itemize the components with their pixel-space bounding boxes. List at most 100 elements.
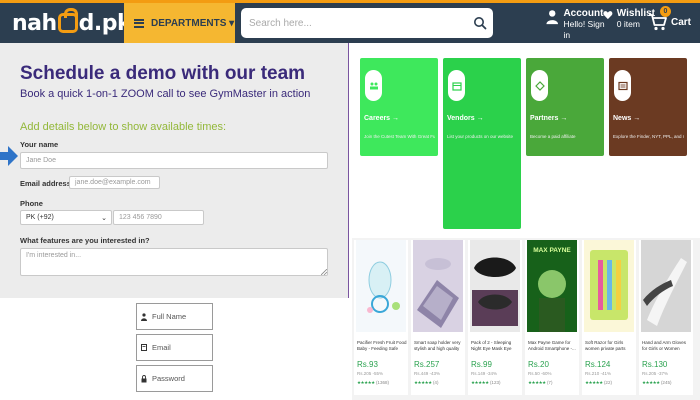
hamburger-icon <box>134 18 144 28</box>
chevron-down-icon: ⌄ <box>101 214 107 222</box>
resize-handle-icon[interactable] <box>321 269 327 275</box>
partners-icon <box>531 70 548 101</box>
password-field[interactable]: Password <box>136 365 213 392</box>
product-banner-text: MAX PAYNE <box>533 247 571 254</box>
pointer-arrow-icon <box>0 146 18 166</box>
features-label: What features are you interested in? <box>20 236 150 245</box>
product-price: Rs.130 <box>642 360 668 369</box>
email-field[interactable]: jane.doe@example.com <box>69 176 160 189</box>
product-card[interactable]: MAX PAYNE Max Payne Game for Android Sma… <box>525 240 579 395</box>
news-icon <box>614 70 631 101</box>
account-title: Account <box>563 8 604 19</box>
email-login-field[interactable]: Email <box>136 334 213 361</box>
star-icon: ★★★★★ <box>642 380 660 385</box>
tile-careers[interactable]: Careers → Join the Cutest Team With Grea… <box>360 58 438 156</box>
tile-news-desc: Explore the Finder, NYT, PPL, and more <box>613 134 684 139</box>
logo-text-left: nah <box>12 10 57 36</box>
rating-count: (1368) <box>375 380 389 385</box>
user-icon <box>141 312 147 321</box>
rating-count: (123) <box>489 380 501 385</box>
product-rating: ★★★★★ (123) <box>471 380 500 386</box>
email-icon <box>141 344 147 351</box>
product-price: Rs.20 <box>528 360 549 369</box>
tile-careers-title: Careers → <box>364 115 400 122</box>
wishlist-subtitle: 0 item <box>616 19 640 29</box>
tile-careers-desc: Join the Cutest Team With Great Future <box>364 134 435 139</box>
product-rating: ★★★★★ (245) <box>642 380 671 386</box>
careers-icon <box>365 70 382 101</box>
star-icon: ★★★★★ <box>414 380 432 385</box>
product-name: Hand and Arm Gloves for Girls or Women (… <box>642 340 687 351</box>
product-price: Rs.257 <box>414 360 440 369</box>
product-old-price: Rs.149 -34% <box>471 371 498 376</box>
product-image-arm-gloves <box>641 240 691 332</box>
cart-count-badge: 0 <box>660 6 671 17</box>
demo-title: Schedule a demo with our team <box>20 63 306 84</box>
product-old-price: Rs.449 -43% <box>414 371 441 376</box>
heart-icon <box>603 11 613 20</box>
star-icon: ★★★★★ <box>528 380 546 385</box>
product-name: Soft Razor for Girls women private parts… <box>585 340 626 351</box>
tile-news[interactable]: News → Explore the Finder, NYT, PPL, and… <box>609 58 687 156</box>
signup-form: Full Name Email Password <box>0 298 349 400</box>
product-card[interactable]: Hand and Arm Gloves for Girls or Women (… <box>639 240 693 395</box>
product-rating: ★★★★★ (22) <box>585 380 612 386</box>
rating-count: (22) <box>603 380 612 385</box>
cart-label: Cart <box>671 16 692 28</box>
phone-field[interactable]: 123 456 7890 <box>113 210 204 225</box>
product-name: Max Payne Game for Android Smartphone -.… <box>528 340 576 351</box>
product-card[interactable]: Smart soap holder very stylish and high … <box>411 240 465 395</box>
add-details-text: Add details below to show available time… <box>20 121 227 133</box>
search-bar <box>241 8 493 38</box>
product-card[interactable]: Soft Razor for Girls women private parts… <box>582 240 636 395</box>
country-code-value: PK (+92) <box>26 214 54 221</box>
password-placeholder: Password <box>152 374 185 383</box>
rating-count: (245) <box>660 380 672 385</box>
departments-label: DEPARTMENTS ▾ <box>151 17 235 29</box>
site-logo[interactable]: nah d.pk <box>12 8 132 37</box>
product-old-price: Rs.205 -55% <box>357 371 384 376</box>
tile-vendors-title: Vendors → <box>447 115 484 122</box>
product-old-price: Rs.50 -60% <box>528 371 552 376</box>
product-image-soap-holder <box>413 240 463 332</box>
features-textarea[interactable]: I'm interested in... <box>20 248 328 276</box>
product-image-razor <box>584 240 634 332</box>
email-label: Email address <box>20 179 71 188</box>
tile-news-title: News → <box>613 115 641 122</box>
tile-partners-title: Partners → <box>530 115 568 122</box>
star-icon: ★★★★★ <box>357 380 375 385</box>
rating-count: (7) <box>546 380 553 385</box>
tile-partners-desc: Become a paid affiliate <box>530 134 576 139</box>
product-rating: ★★★★★ (1368) <box>357 380 389 386</box>
product-image-eye-mask <box>470 240 520 332</box>
product-rating: ★★★★★ (7) <box>528 380 552 386</box>
name-field[interactable]: Jane Doe <box>20 152 328 169</box>
phone-label: Phone <box>20 199 43 208</box>
search-icon[interactable] <box>473 16 487 30</box>
lock-icon <box>141 374 147 382</box>
rating-count: (4) <box>432 380 439 385</box>
tile-vendors-desc: List your products on our website <box>447 134 514 139</box>
search-input[interactable] <box>241 8 463 38</box>
demo-subtitle: Book a quick 1-on-1 ZOOM call to see Gym… <box>20 88 311 100</box>
fullname-field[interactable]: Full Name <box>136 303 213 330</box>
product-old-price: Rs.210 -41% <box>585 371 612 376</box>
product-name: Smart soap holder very stylish and high … <box>414 340 461 351</box>
cart-link[interactable]: 0 Cart <box>648 6 700 38</box>
product-image-pacifier <box>356 240 406 332</box>
country-code-select[interactable]: PK (+92) ⌄ <box>20 210 112 225</box>
user-icon <box>546 10 559 25</box>
account-subtitle: Hello! Sign in <box>563 19 605 40</box>
product-card[interactable]: Pacifier Fresh Fruit Food Baby - Feeding… <box>354 240 408 395</box>
tile-partners[interactable]: Partners → Become a paid affiliate <box>526 58 604 156</box>
email-placeholder: Email <box>152 343 171 352</box>
product-image-max-payne: MAX PAYNE <box>527 240 577 332</box>
fullname-placeholder: Full Name <box>152 312 187 321</box>
tile-vendors[interactable]: Vendors → List your products on our webs… <box>443 58 521 229</box>
product-card[interactable]: Pack of 2 - Sleeping Night Eye Mask Eye … <box>468 240 522 395</box>
departments-button[interactable]: DEPARTMENTS ▾ <box>124 3 235 43</box>
product-price: Rs.99 <box>471 360 492 369</box>
product-price: Rs.124 <box>585 360 611 369</box>
demo-form-panel: Schedule a demo with our team Book a qui… <box>0 43 349 298</box>
account-link[interactable]: Account Hello! Sign in <box>546 8 608 40</box>
